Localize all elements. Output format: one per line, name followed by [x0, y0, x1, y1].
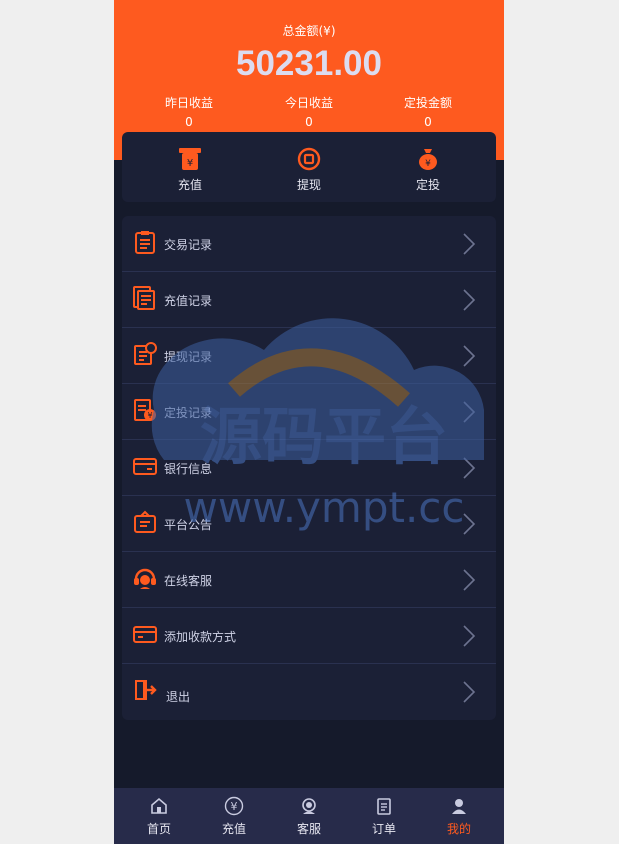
tab-orders[interactable]: 订单 [345, 796, 423, 837]
chevron-right-icon [463, 625, 476, 647]
svg-text:¥: ¥ [425, 159, 431, 169]
tab-home[interactable]: 首页 [120, 796, 198, 837]
stat-value: 0 [305, 115, 313, 129]
menu-item-online-support[interactable]: 在线客服 [122, 552, 496, 608]
home-icon [151, 797, 167, 814]
chevron-right-icon [463, 345, 476, 367]
menu-item-add-payment-method[interactable]: 添加收款方式 [122, 608, 496, 664]
menu-item-invest-records[interactable]: ¥ 定投记录 [122, 384, 496, 440]
menu-item-label: 退出 [166, 690, 191, 704]
chevron-right-icon [463, 457, 476, 479]
withdraw-icon [297, 147, 321, 171]
announcement-icon [134, 510, 156, 533]
withdraw-button[interactable]: 提现 [269, 146, 349, 193]
action-label: 定投 [415, 178, 440, 192]
support-icon [302, 798, 316, 814]
tab-mine[interactable]: 我的 [420, 796, 498, 837]
total-amount-label: 总金额(¥) [282, 24, 336, 38]
menu-item-label: 添加收款方式 [164, 630, 237, 644]
menu-item-withdraw-records[interactable]: 提现记录 [122, 328, 496, 384]
chevron-right-icon [463, 233, 476, 255]
tab-support[interactable]: 客服 [270, 796, 348, 837]
quick-actions: ¥ 充值 提现 ¥ 定投 [122, 132, 496, 202]
stat-value: 0 [424, 115, 432, 129]
stat-label: 定投金额 [403, 96, 452, 110]
headset-icon [134, 568, 156, 589]
withdraw-record-icon [134, 342, 157, 365]
card-add-icon [133, 626, 157, 643]
tab-label: 订单 [371, 822, 396, 836]
tab-label: 充值 [221, 822, 246, 836]
menu-item-bank-info[interactable]: 银行信息 [122, 440, 496, 496]
chevron-right-icon [463, 569, 476, 591]
order-icon [377, 798, 391, 815]
recharge-button[interactable]: ¥ 充值 [150, 146, 230, 193]
chevron-right-icon [463, 289, 476, 311]
action-label: 充值 [177, 178, 202, 192]
stats-row: 昨日收益 0 今日收益 0 定投金额 0 [114, 94, 504, 130]
moneybag-icon: ¥ [419, 149, 437, 170]
chevron-right-icon [463, 681, 476, 703]
bottom-tab-bar: 首页 ¥ 充值 客服 订单 我的 [114, 788, 504, 844]
menu-item-label: 平台公告 [164, 518, 213, 532]
stat-value: 0 [185, 115, 193, 129]
user-icon [452, 799, 466, 814]
bank-card-icon [133, 458, 157, 475]
chevron-right-icon [463, 513, 476, 535]
menu-item-logout[interactable]: 退出 [122, 664, 496, 719]
menu-item-label: 在线客服 [164, 574, 213, 588]
menu-item-transactions[interactable]: 交易记录 [122, 216, 496, 272]
menu-item-recharge-records[interactable]: 充值记录 [122, 272, 496, 328]
clipboard-icon [135, 231, 155, 254]
tab-label: 首页 [146, 822, 171, 836]
tab-label: 我的 [446, 822, 471, 836]
action-label: 提现 [296, 178, 321, 192]
tab-recharge[interactable]: ¥ 充值 [195, 796, 273, 837]
menu-item-label: 提现记录 [164, 350, 213, 364]
menu-item-label: 定投记录 [164, 406, 213, 420]
menu-item-announcements[interactable]: 平台公告 [122, 496, 496, 552]
invest-button[interactable]: ¥ 定投 [388, 146, 468, 193]
tab-label: 客服 [296, 822, 321, 836]
invest-record-icon: ¥ [134, 399, 156, 421]
menu-item-label: 银行信息 [164, 462, 213, 476]
total-amount-value: 50231.00 [236, 44, 382, 83]
menu-list: 交易记录 充值记录 提现记录 ¥ 定投记录 银行信息 平台公告 在线客服 添加收… [122, 216, 496, 720]
app-screen: 总金额(¥) 50231.00 昨日收益 0 今日收益 0 定投金额 0 ¥ 充… [114, 0, 504, 844]
yen-circle-icon: ¥ [224, 796, 244, 816]
svg-text:¥: ¥ [231, 800, 238, 813]
document-list-icon [133, 286, 155, 310]
stat-label: 今日收益 [284, 96, 333, 110]
menu-item-label: 交易记录 [164, 238, 213, 252]
stat-today-earnings: 今日收益 0 [259, 94, 359, 129]
stat-label: 昨日收益 [164, 96, 213, 110]
stat-yesterday-earnings: 昨日收益 0 [139, 94, 239, 129]
menu-item-label: 充值记录 [164, 294, 213, 308]
svg-text:¥: ¥ [147, 411, 152, 420]
logout-icon [135, 680, 157, 700]
svg-text:¥: ¥ [187, 158, 193, 169]
chevron-right-icon [463, 401, 476, 423]
recharge-icon: ¥ [179, 148, 201, 170]
stat-invest-amount: 定投金额 0 [378, 94, 478, 129]
